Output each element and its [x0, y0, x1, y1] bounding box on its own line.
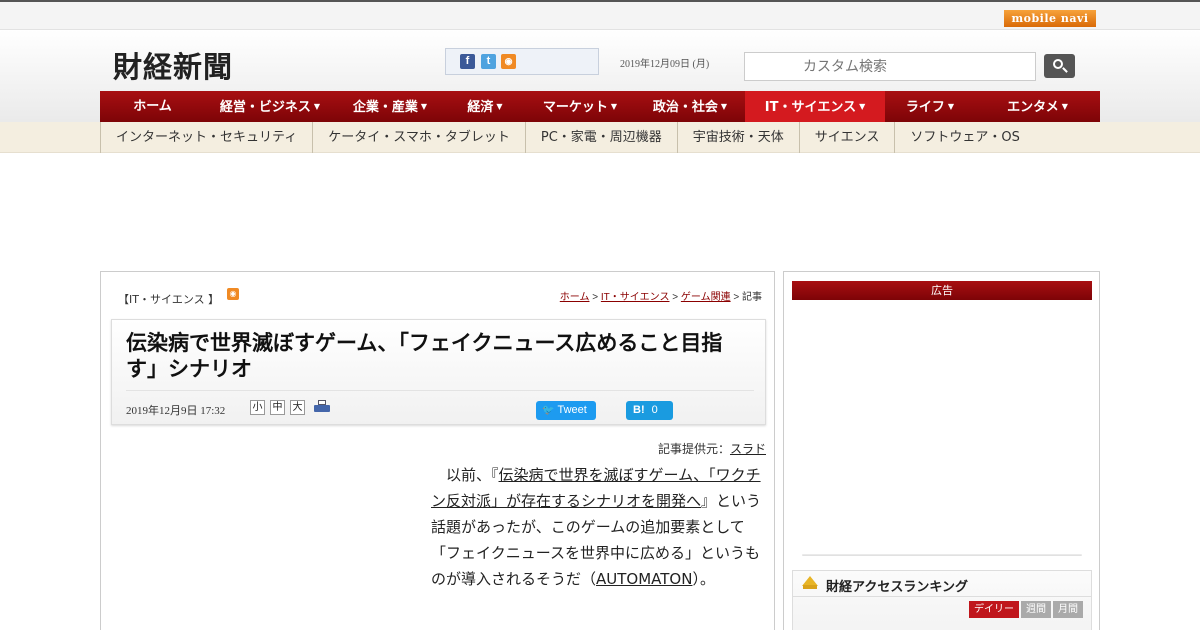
chevron-down-icon: ▼ — [420, 102, 428, 111]
nav-item-politics[interactable]: 政治・社会 ▼ — [635, 91, 745, 122]
breadcrumb-subcategory[interactable]: ゲーム関連 — [681, 292, 731, 303]
nav-item-economy[interactable]: 経済 ▼ — [445, 91, 525, 122]
chevron-down-icon: ▼ — [610, 102, 618, 111]
site-logo[interactable]: 財経新聞 — [113, 44, 233, 86]
subnav-item-mobile[interactable]: ケータイ・スマホ・タブレット — [312, 122, 525, 153]
chevron-down-icon: ▼ — [496, 102, 503, 111]
source-link[interactable]: スラド — [730, 442, 766, 456]
sub-nav: インターネット・セキュリティ ケータイ・スマホ・タブレット PC・家電・周辺機器… — [0, 122, 1200, 153]
search-button[interactable] — [1044, 54, 1075, 78]
rss-icon[interactable]: ◉ — [227, 288, 239, 300]
rss-icon[interactable]: ◉ — [501, 54, 516, 69]
article-category[interactable]: 【IT・サイエンス 】 — [118, 291, 219, 307]
tab-monthly[interactable]: 月間 — [1053, 601, 1083, 618]
current-date: 2019年12月09日 (月) — [620, 59, 710, 70]
breadcrumb-category[interactable]: IT・サイエンス — [601, 292, 670, 303]
article-header: 伝染病で世界滅ぼすゲーム、「フェイクニュース広めること目指す」シナリオ 2019… — [111, 319, 766, 425]
hatena-count: 0 — [651, 404, 658, 416]
print-icon[interactable] — [314, 400, 330, 414]
breadcrumb: ホーム > IT・サイエンス > ゲーム関連 > 記事 — [559, 292, 762, 303]
sidebar: 広告 財経アクセスランキング デイリー 週間 月間 — [783, 271, 1100, 630]
nav-item-it-science[interactable]: IT・サイエンス ▼ — [745, 91, 885, 122]
font-size-medium-button[interactable]: 中 — [270, 400, 285, 415]
subnav-item-space[interactable]: 宇宙技術・天体 — [676, 122, 799, 153]
chevron-down-icon: ▼ — [720, 102, 728, 111]
subnav-item-software[interactable]: ソフトウェア・OS — [894, 122, 1035, 153]
ad-label: 広告 — [792, 281, 1092, 300]
tweet-button[interactable]: 🐦 Tweet — [536, 401, 596, 420]
ranking-tabs: デイリー 週間 月間 — [969, 601, 1083, 618]
main-nav: ホーム 経営・ビジネス ▼ 企業・産業 ▼ 経済 ▼ マーケット ▼ 政治・社会 ▼ IT… — [100, 91, 1100, 122]
automaton-link[interactable]: AUTOMATON — [596, 570, 692, 588]
publish-date: 2019年12月9日 17:32 — [126, 405, 226, 417]
crown-icon — [802, 576, 818, 589]
nav-item-home[interactable]: ホーム — [100, 91, 205, 122]
ranking-title: 財経アクセスランキング — [826, 580, 968, 595]
subnav-item-science[interactable]: サイエンス — [798, 122, 895, 153]
article-title: 伝染病で世界滅ぼすゲーム、「フェイクニュース広めること目指す」シナリオ — [126, 331, 723, 381]
subnav-item-internet-security[interactable]: インターネット・セキュリティ — [100, 122, 312, 153]
article-source: 記事提供元：スラド — [657, 442, 766, 456]
font-size-large-button[interactable]: 大 — [290, 400, 305, 415]
twitter-icon[interactable]: t — [481, 54, 496, 69]
chevron-down-icon: ▼ — [1061, 102, 1068, 111]
tab-daily[interactable]: デイリー — [969, 601, 1019, 618]
search-input[interactable] — [744, 52, 1036, 81]
breadcrumb-current: 記事 — [742, 292, 762, 303]
nav-item-market[interactable]: マーケット ▼ — [525, 91, 635, 122]
nav-item-business[interactable]: 経営・ビジネス ▼ — [205, 91, 335, 122]
nav-item-industry[interactable]: 企業・産業 ▼ — [335, 91, 445, 122]
chevron-down-icon: ▼ — [859, 102, 866, 111]
access-ranking: 財経アクセスランキング デイリー 週間 月間 — [792, 570, 1092, 630]
article-container: 【IT・サイエンス 】 ◉ ホーム > IT・サイエンス > ゲーム関連 > 記… — [100, 271, 775, 630]
hatena-bookmark-button[interactable]: B! 0 — [626, 401, 673, 420]
mobilenavi-logo[interactable]: mobile navi — [1004, 10, 1096, 27]
nav-item-entertainment[interactable]: エンタメ ▼ — [975, 91, 1100, 122]
top-strip: mobile navi — [0, 0, 1200, 30]
tab-weekly[interactable]: 週間 — [1021, 601, 1051, 618]
chevron-down-icon: ▼ — [947, 102, 955, 111]
chevron-down-icon: ▼ — [313, 102, 321, 111]
social-links: f t ◉ — [445, 48, 599, 75]
nav-item-life[interactable]: ライフ ▼ — [885, 91, 975, 122]
article-body: 以前、『伝染病で世界を滅ぼすゲーム、「ワクチン反対派」が存在するシナリオを開発へ… — [431, 466, 762, 588]
subnav-item-pc[interactable]: PC・家電・周辺機器 — [524, 122, 677, 153]
breadcrumb-home[interactable]: ホーム — [560, 292, 590, 303]
facebook-icon[interactable]: f — [460, 54, 475, 69]
twitter-bird-icon: 🐦 — [542, 405, 555, 416]
font-size-small-button[interactable]: 小 — [250, 400, 265, 415]
